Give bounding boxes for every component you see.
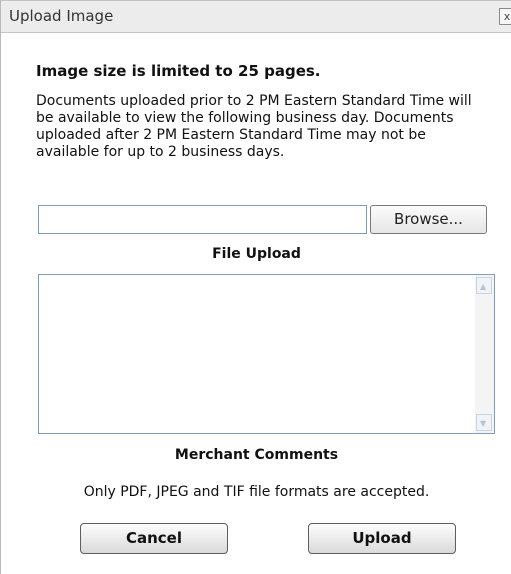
upload-button[interactable]: Upload bbox=[308, 523, 456, 554]
upload-image-dialog: Upload Image x Image size is limited to … bbox=[0, 0, 511, 574]
page-size-limit-heading: Image size is limited to 25 pages. bbox=[36, 62, 321, 80]
merchant-comments-field[interactable]: ▲ ▼ bbox=[38, 274, 495, 434]
accepted-formats-note: Only PDF, JPEG and TIF file formats are … bbox=[83, 484, 430, 500]
scroll-down-button[interactable]: ▼ bbox=[476, 414, 492, 431]
merchant-comments-label: Merchant Comments bbox=[174, 447, 339, 463]
scroll-up-button[interactable]: ▲ bbox=[476, 277, 492, 294]
file-upload-label: File Upload bbox=[212, 246, 301, 262]
dialog-titlebar: Upload Image x bbox=[1, 0, 511, 33]
close-icon: x bbox=[503, 10, 511, 23]
close-button[interactable]: x bbox=[499, 8, 511, 25]
merchant-comments-textarea[interactable] bbox=[39, 275, 476, 433]
dialog-title: Upload Image bbox=[9, 7, 114, 25]
chevron-up-icon: ▲ bbox=[480, 282, 487, 291]
browse-button[interactable]: Browse... bbox=[370, 205, 487, 234]
upload-timing-description: Documents uploaded prior to 2 PM Eastern… bbox=[36, 93, 472, 160]
cancel-button[interactable]: Cancel bbox=[80, 523, 228, 554]
file-path-input[interactable] bbox=[38, 205, 367, 234]
chevron-down-icon: ▼ bbox=[480, 419, 487, 428]
comments-scrollbar[interactable]: ▲ ▼ bbox=[475, 275, 494, 433]
